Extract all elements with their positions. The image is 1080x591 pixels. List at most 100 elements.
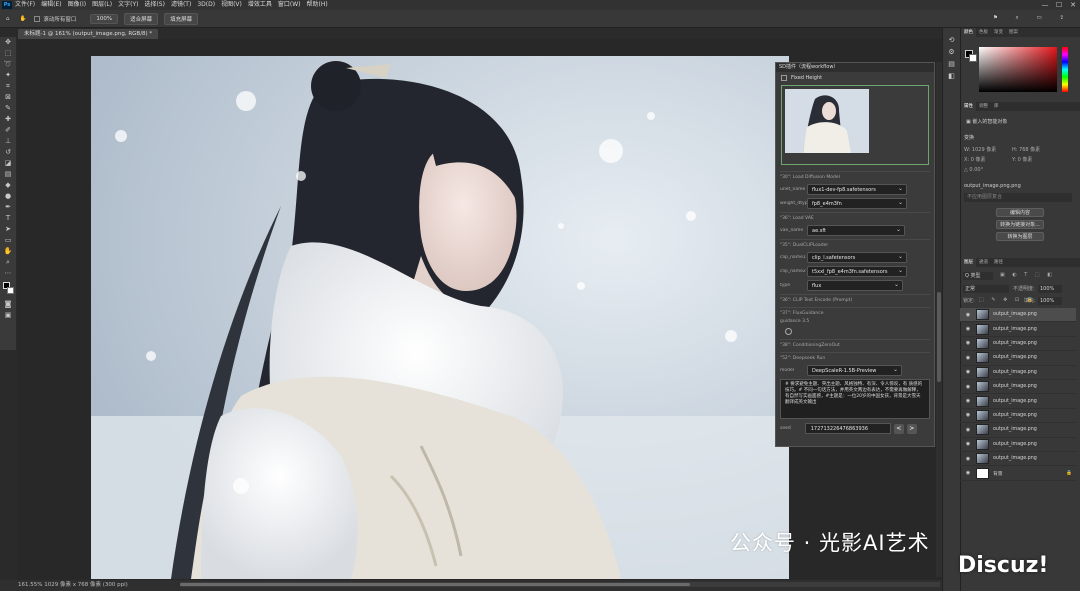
menu-help[interactable]: 帮助(H) <box>307 0 328 10</box>
weight-dtype-select[interactable]: fp8_e4m3fn <box>807 197 907 209</box>
layer-row[interactable]: ◉ output_image.png <box>960 380 1076 395</box>
close-button[interactable]: ✕ <box>1066 0 1080 10</box>
comment-icon[interactable]: ▤ <box>943 58 960 70</box>
marquee-tool-icon[interactable]: ⬚ <box>0 48 16 59</box>
zoom-tool-icon[interactable]: ⌕ <box>0 257 16 268</box>
clip-type-select[interactable]: flux <box>807 279 903 291</box>
tab-patterns[interactable]: 图案 <box>1006 28 1021 37</box>
path-select-icon[interactable]: ➤ <box>0 224 16 235</box>
blend-mode-select[interactable]: 正常 <box>963 285 1009 293</box>
hand-tool-icon[interactable]: ✋ <box>0 246 16 257</box>
color-picker-field[interactable] <box>979 47 1057 92</box>
horizontal-scroll-thumb[interactable] <box>180 583 690 586</box>
convert-layers-button[interactable]: 转换为图层 <box>996 232 1044 241</box>
stamp-tool-icon[interactable]: ⊥ <box>0 136 16 147</box>
menu-layer[interactable]: 图层(L) <box>92 0 112 10</box>
menu-plugins[interactable]: 增效工具 <box>248 0 272 10</box>
rectangle-tool-icon[interactable]: ▭ <box>0 235 16 246</box>
visibility-eye-icon[interactable]: ◉ <box>963 456 973 462</box>
top-right-icons[interactable]: ⚑ ⌕ ▭ ⇪ <box>993 15 1072 22</box>
quick-mask-icon[interactable]: ◙ <box>0 299 16 310</box>
more-tools-icon[interactable]: ⋯ <box>0 268 16 279</box>
visibility-eye-icon[interactable]: ◉ <box>963 355 973 361</box>
menu-3d[interactable]: 3D(D) <box>197 0 215 10</box>
frame-tool-icon[interactable]: ⊠ <box>0 92 16 103</box>
menu-select[interactable]: 选择(S) <box>144 0 165 10</box>
menu-view[interactable]: 视图(V) <box>221 0 242 10</box>
seed-input[interactable]: 172713226476863936 <box>804 423 891 434</box>
layer-row[interactable]: ◉ output_image.png <box>960 394 1076 409</box>
layer-comp-select[interactable]: 不应用图层复合 <box>964 193 1072 202</box>
visibility-eye-icon[interactable]: ◉ <box>963 384 973 390</box>
visibility-eye-icon[interactable]: ◉ <box>963 427 973 433</box>
hue-slider[interactable] <box>1062 47 1068 92</box>
convert-linked-button[interactable]: 转换为链接对象... <box>996 220 1044 229</box>
properties-icon[interactable]: ⚙ <box>943 46 960 58</box>
color-swatches[interactable] <box>0 279 16 299</box>
tab-properties[interactable]: 属性 <box>961 102 976 111</box>
brush-tool-icon[interactable]: ✐ <box>0 125 16 136</box>
background-color-swatch[interactable] <box>969 54 977 62</box>
tab-paths[interactable]: 路径 <box>991 258 1006 267</box>
menu-filter[interactable]: 滤镜(T) <box>171 0 191 10</box>
height-field[interactable]: H: 768 像素 <box>1012 146 1040 153</box>
tab-adjustments[interactable]: 调整 <box>976 102 991 111</box>
tab-libraries[interactable]: 库 <box>991 102 1002 111</box>
layer-row[interactable]: ◉ output_image.png <box>960 308 1076 323</box>
visibility-eye-icon[interactable]: ◉ <box>963 470 973 476</box>
layer-row[interactable]: ◉ output_image.png <box>960 366 1076 380</box>
tab-swatches[interactable]: 色板 <box>976 28 991 37</box>
lasso-tool-icon[interactable]: ➰ <box>0 59 16 70</box>
plugin-icon[interactable]: ◧ <box>943 70 960 82</box>
canvas-image[interactable] <box>91 56 789 579</box>
vertical-scroll-thumb[interactable] <box>937 292 941 382</box>
tab-channels[interactable]: 通道 <box>976 258 991 267</box>
menu-image[interactable]: 图像(I) <box>68 0 86 10</box>
edit-contents-button[interactable]: 编辑内容 <box>996 208 1044 217</box>
document-tab[interactable]: 未标题-1 @ 161% (output_image.png, RGB/8) * <box>18 29 159 39</box>
menu-type[interactable]: 文字(Y) <box>118 0 138 10</box>
layer-row[interactable]: ◉ output_image.png <box>960 409 1076 424</box>
tab-gradients[interactable]: 渐变 <box>991 28 1006 37</box>
guidance-radio[interactable] <box>785 328 792 335</box>
healing-brush-icon[interactable]: ✚ <box>0 114 16 125</box>
menu-edit[interactable]: 编辑(E) <box>41 0 61 10</box>
eyedropper-icon[interactable]: ✎ <box>0 103 16 114</box>
layer-row[interactable]: ◉ output_image.png <box>960 438 1076 452</box>
pen-tool-icon[interactable]: ✒ <box>0 202 16 213</box>
history-brush-icon[interactable]: ↺ <box>0 147 16 158</box>
dodge-tool-icon[interactable]: ● <box>0 191 16 202</box>
menu-window[interactable]: 窗口(W) <box>278 0 301 10</box>
layer-row[interactable]: ◉ output_image.png <box>960 423 1076 438</box>
visibility-eye-icon[interactable]: ◉ <box>963 412 973 418</box>
width-field[interactable]: W: 1029 像素 <box>964 146 996 153</box>
eraser-icon[interactable]: ◪ <box>0 158 16 169</box>
gradient-tool-icon[interactable]: ▤ <box>0 169 16 180</box>
layer-row[interactable]: ◉ output_image.png <box>960 452 1076 467</box>
screen-mode-icon[interactable]: ▣ <box>0 310 16 321</box>
layer-row-background[interactable]: ◉ 背景 🔒 <box>960 466 1076 481</box>
visibility-eye-icon[interactable]: ◉ <box>963 398 973 404</box>
tab-layers[interactable]: 图层 <box>961 258 976 267</box>
fit-screen-button[interactable]: 适合屏幕 <box>124 12 159 25</box>
fill-input[interactable]: 100% <box>1038 297 1062 305</box>
unet-name-select[interactable]: flux1-dev-fp8.safetensors <box>807 183 907 195</box>
layer-kind-filter[interactable]: Q 类型 <box>963 272 993 280</box>
hand-tool-icon[interactable]: ✋ <box>20 16 27 22</box>
blur-tool-icon[interactable]: ◆ <box>0 180 16 191</box>
guidance-value[interactable]: 3.5 <box>802 319 809 324</box>
maximize-button[interactable]: ☐ <box>1052 0 1066 10</box>
home-icon[interactable]: ⌂ <box>6 16 10 22</box>
layer-row[interactable]: ◉ output_image.png <box>960 322 1076 337</box>
move-tool-icon[interactable]: ✥ <box>0 37 16 48</box>
model-select[interactable]: DeepScaleR-1.5B-Preview <box>807 364 902 376</box>
preview-thumbnail[interactable] <box>785 89 869 153</box>
visibility-eye-icon[interactable]: ◉ <box>963 340 973 346</box>
prompt-textarea[interactable]: # 要求避免主题、突出主题、风格独特、有深、令人惊叹，有 质感的技巧。# 不同一… <box>780 379 930 419</box>
scroll-all-checkbox[interactable] <box>34 15 41 22</box>
clip-name1-select[interactable]: clip_l.safetensors <box>807 251 907 263</box>
visibility-eye-icon[interactable]: ◉ <box>963 441 973 447</box>
opacity-input[interactable]: 100% <box>1038 285 1062 293</box>
angle-field[interactable]: △ 0.00° <box>964 167 983 173</box>
minimize-button[interactable]: — <box>1038 0 1052 10</box>
